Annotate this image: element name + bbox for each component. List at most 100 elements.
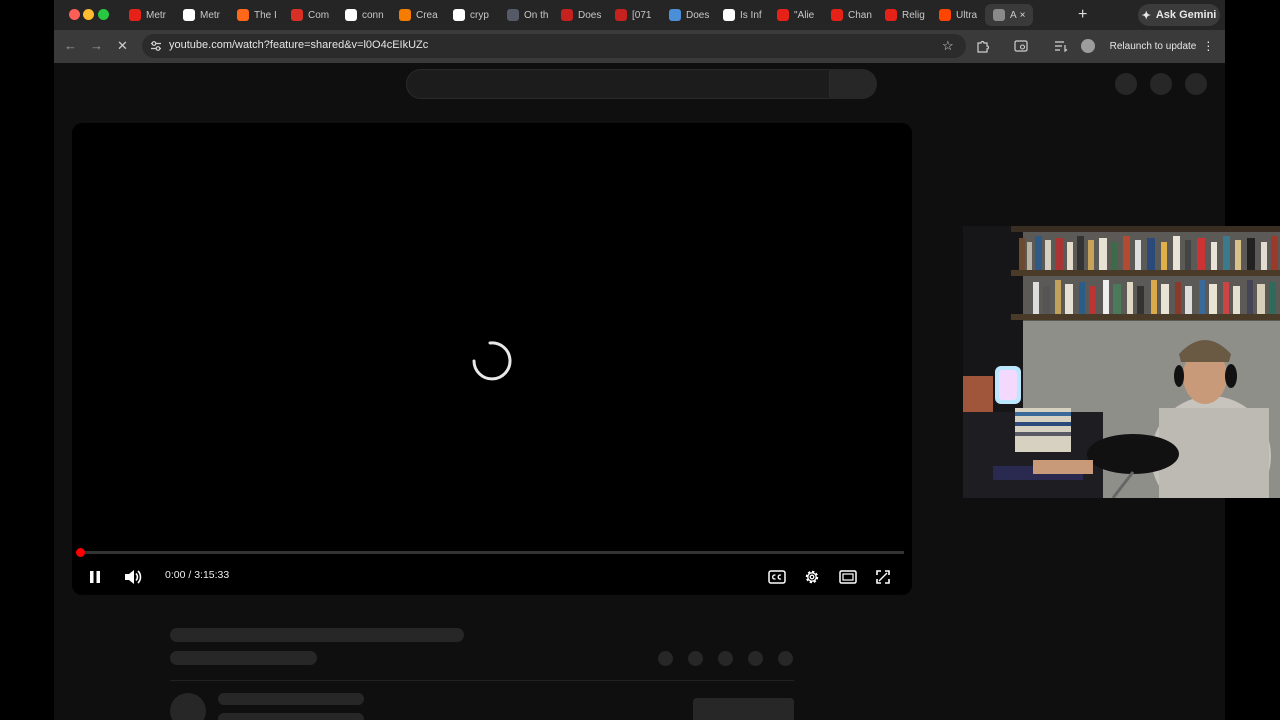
close-tab-icon[interactable]: × [1020, 10, 1026, 21]
youtube-icon [831, 9, 843, 21]
fullscreen-icon [876, 570, 890, 584]
action-skeleton [778, 651, 793, 666]
browser-tab[interactable]: Relig [877, 4, 931, 26]
settings-button[interactable] [800, 565, 824, 589]
tab-label: "Alie [794, 9, 815, 21]
google-icon [345, 9, 357, 21]
browser-tab[interactable]: conn [337, 4, 391, 26]
relaunch-label: Relaunch to update [1109, 40, 1197, 52]
tab-label: Ultra [956, 9, 978, 21]
loading-spinner-icon [472, 341, 512, 381]
action-skeleton [688, 651, 703, 666]
profile-avatar[interactable] [1081, 39, 1095, 53]
browser-tab[interactable]: A × [985, 4, 1033, 26]
browser-tab[interactable]: Chan [823, 4, 877, 26]
forward-arrow-icon[interactable]: → [90, 38, 103, 54]
address-bar[interactable]: youtube.com/watch?feature=shared&v=l0O4c… [142, 34, 966, 58]
browser-tab[interactable]: The I [229, 4, 283, 26]
channel-name-skeleton [218, 693, 364, 705]
captions-icon [768, 570, 786, 584]
browser-tab[interactable]: Crea [391, 4, 445, 26]
subtitle-skeleton [170, 651, 317, 665]
scrubber-handle[interactable] [76, 548, 85, 557]
site-settings-icon[interactable] [150, 40, 162, 52]
close-window-button[interactable] [69, 9, 80, 20]
gemini-sparkle-icon: ✦ [1141, 9, 1151, 22]
browser-tab[interactable]: Ultra [931, 4, 985, 26]
header-icon-skeleton [1150, 73, 1172, 95]
browser-tab[interactable]: Metr [175, 4, 229, 26]
title-skeleton [170, 628, 464, 642]
theater-mode-button[interactable] [836, 565, 860, 589]
google-icon [453, 9, 465, 21]
tab-search-icon[interactable] [1014, 39, 1028, 53]
tab-label: cryp [470, 9, 489, 21]
tab-label: [071 [632, 9, 652, 21]
youtube-icon [885, 9, 897, 21]
back-arrow-icon[interactable]: ← [64, 38, 77, 54]
browser-tab[interactable]: Is Inf [715, 4, 769, 26]
more-menu-icon[interactable]: ⋮ [1202, 39, 1214, 53]
action-skeleton [718, 651, 733, 666]
video-player[interactable]: 0:00 / 3:15:33 [72, 123, 912, 595]
reddit-icon [939, 9, 951, 21]
browser-tab[interactable]: [071 [607, 4, 661, 26]
tab-label: Metr [146, 9, 166, 21]
x-icon [615, 9, 627, 21]
relaunch-button[interactable]: Relaunch to update ⋮ [1106, 36, 1218, 56]
reading-list-icon[interactable] [1054, 39, 1068, 53]
tab-label: Does [578, 9, 602, 21]
pause-button[interactable] [83, 565, 107, 589]
pause-icon [90, 571, 100, 583]
maximize-window-button[interactable] [98, 9, 109, 20]
url-text[interactable]: youtube.com/watch?feature=shared&v=l0O4c… [169, 39, 428, 51]
browser-tab[interactable]: Does [553, 4, 607, 26]
screen: Metr Metr The I Com conn Crea cryp On th Does [07… [0, 0, 1280, 720]
bookmark-star-icon[interactable]: ☆ [942, 38, 954, 54]
captions-button[interactable] [765, 565, 789, 589]
browser-tab[interactable]: cryp [445, 4, 499, 26]
shirt-icon [723, 9, 735, 21]
youtube-icon [129, 9, 141, 21]
browser-tab[interactable]: Metr [121, 4, 175, 26]
browser-tab[interactable]: On th [499, 4, 553, 26]
ask-gemini-label: Ask Gemini [1155, 9, 1217, 21]
browser-tab[interactable]: Com [283, 4, 337, 26]
new-tab-button[interactable]: + [1078, 5, 1087, 25]
fullscreen-button[interactable] [871, 565, 895, 589]
browser-toolbar: ← → ✕ youtube.com/watch?feature=shared&v… [54, 30, 1225, 63]
tab-label: Does [686, 9, 710, 21]
tab-label: A [1010, 9, 1017, 21]
tab-label: Is Inf [740, 9, 762, 21]
tab-label: On th [524, 9, 549, 21]
tab-label: Crea [416, 9, 438, 21]
action-skeleton [748, 651, 763, 666]
subscribe-skeleton [693, 698, 794, 720]
channel-avatar-skeleton [170, 693, 206, 720]
blogger-icon [399, 9, 411, 21]
browser-tab[interactable]: "Alie [769, 4, 823, 26]
tab-label: conn [362, 9, 384, 21]
search-button-skeleton [830, 69, 877, 99]
header-icon-skeleton [1115, 73, 1137, 95]
minimize-window-button[interactable] [83, 9, 94, 20]
progress-bar[interactable] [80, 551, 904, 554]
divider [170, 680, 794, 681]
tab-label: Metr [200, 9, 220, 21]
gear-icon [805, 570, 819, 584]
tab-label: Com [308, 9, 330, 21]
time-display: 0:00 / 3:15:33 [165, 569, 230, 581]
page-icon [507, 9, 519, 21]
app-icon [291, 9, 303, 21]
header-icon-skeleton [1185, 73, 1207, 95]
stop-loading-icon[interactable]: ✕ [117, 38, 128, 54]
ask-gemini-button[interactable]: ✦ Ask Gemini [1138, 4, 1220, 26]
extensions-puzzle-icon[interactable] [976, 39, 990, 53]
gmail-icon [561, 9, 573, 21]
browser-tab[interactable]: Does [661, 4, 715, 26]
tab-label: The I [254, 9, 277, 21]
youtube-icon [777, 9, 789, 21]
volume-button[interactable] [121, 565, 145, 589]
tab-bar: Metr Metr The I Com conn Crea cryp On th Does [07… [54, 0, 1225, 30]
docs-icon [669, 9, 681, 21]
